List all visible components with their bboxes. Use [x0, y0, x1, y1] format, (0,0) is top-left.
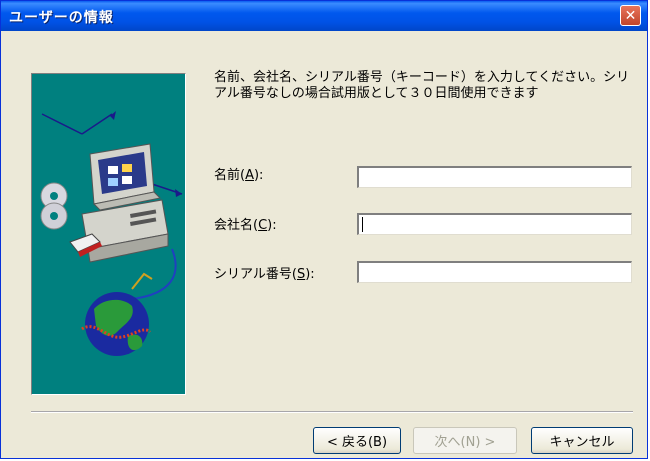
- close-icon: ✕: [624, 7, 637, 24]
- button-separator: [31, 411, 633, 413]
- back-button[interactable]: < 戻る(B): [313, 427, 401, 454]
- next-button[interactable]: 次へ(N) >: [413, 427, 517, 454]
- name-label: 名前(A):: [214, 168, 264, 183]
- window-title: ユーザーの情報: [9, 10, 114, 26]
- user-info-dialog: ユーザーの情報 ✕ 名前、会社名、シリアル番号（キーコード）を入力してください。…: [0, 0, 648, 459]
- company-input[interactable]: [357, 213, 632, 235]
- company-label: 会社名(C):: [214, 218, 277, 233]
- title-bar[interactable]: ユーザーの情報 ✕: [1, 1, 647, 31]
- cd-icon: [40, 182, 68, 230]
- close-button[interactable]: ✕: [620, 5, 641, 26]
- serial-input[interactable]: [357, 261, 632, 283]
- name-input[interactable]: [357, 166, 632, 188]
- text-caret: [362, 217, 363, 232]
- serial-label: シリアル番号(S):: [214, 267, 315, 282]
- setup-illustration: [31, 73, 186, 395]
- computer-globe-illustration: [40, 111, 183, 356]
- cancel-button[interactable]: キャンセル: [531, 427, 633, 454]
- instructions-text: 名前、会社名、シリアル番号（キーコード）を入力してください。シリアル番号なしの場…: [214, 70, 630, 101]
- globe-icon: [81, 272, 153, 356]
